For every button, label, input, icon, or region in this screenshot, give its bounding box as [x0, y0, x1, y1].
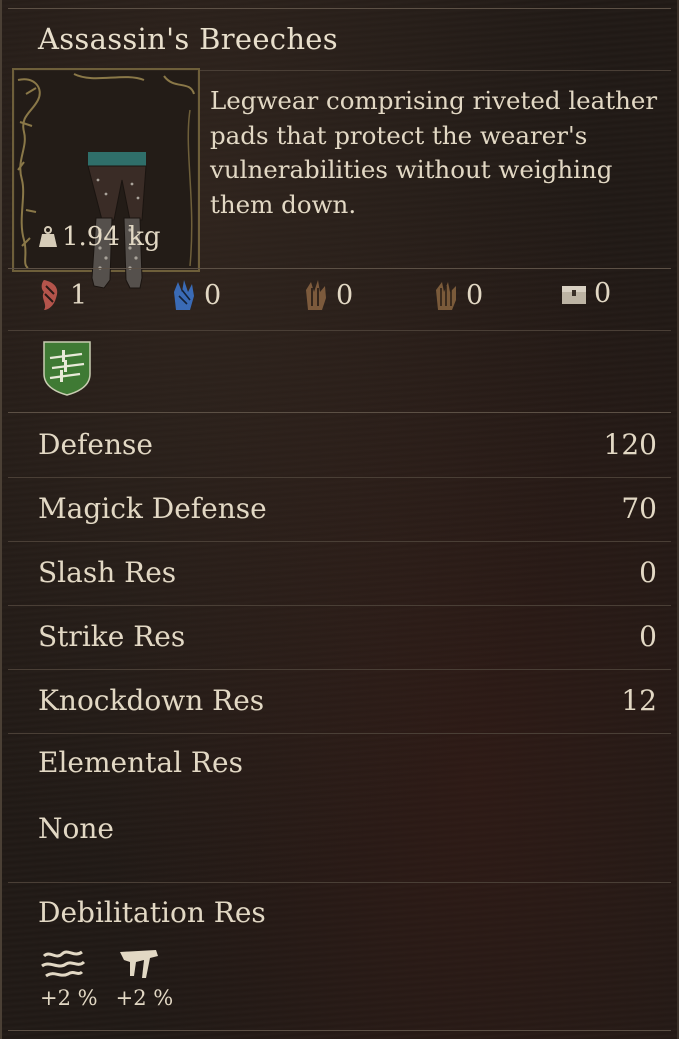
vocation-storage: 0 — [560, 278, 611, 309]
stat-magick-defense: Magick Defense 70 — [38, 488, 657, 528]
thief-daggers-badge-icon — [43, 341, 91, 396]
stat-value: 70 — [621, 491, 657, 525]
item-name: Assassin's Breeches — [38, 22, 338, 56]
debilitation-value: +2 % — [40, 986, 98, 1010]
row-divider — [8, 477, 671, 478]
item-description: Legwear comprising riveted leather pads … — [210, 86, 658, 219]
row-divider — [8, 541, 671, 542]
debilitation-item: +2 % — [40, 948, 98, 1010]
vocation-fighter: 1 — [36, 278, 87, 312]
debilitation-list: +2 % +2 % — [40, 948, 173, 1010]
header-divider — [8, 268, 671, 269]
vocation-mage: 0 — [170, 278, 221, 312]
vocation-warrior-value: 0 — [466, 279, 484, 311]
warrior-icon — [436, 282, 456, 310]
row-divider — [8, 669, 671, 670]
elemental-res-label: Elemental Res — [38, 746, 243, 779]
item-weight: 1.94 kg — [38, 222, 161, 252]
row-divider — [8, 882, 671, 883]
vocation-storage-value: 0 — [594, 278, 612, 309]
title-divider — [198, 70, 671, 71]
stat-label: Magick Defense — [38, 491, 267, 525]
stat-value: 0 — [639, 619, 657, 653]
vocation-warrior: 0 — [432, 278, 483, 312]
stat-defense: Defense 120 — [38, 424, 657, 464]
debilitation-item: +2 % — [115, 948, 174, 1010]
stat-value: 12 — [621, 683, 657, 717]
vocation-badge — [42, 340, 92, 400]
stat-label: Slash Res — [38, 555, 177, 589]
elemental-res-value: None — [38, 812, 114, 845]
stat-label: Defense — [38, 427, 153, 461]
stat-label: Strike Res — [38, 619, 186, 653]
item-detail-panel: Assassin's Breeches 1.94 kg Legwear comp… — [0, 0, 679, 1039]
stat-slash-res: Slash Res 0 — [38, 552, 657, 592]
debilitation-value: +2 % — [115, 986, 174, 1010]
vocation-mage-value: 0 — [204, 279, 222, 311]
bottom-divider — [8, 1030, 671, 1031]
weight-icon — [39, 226, 57, 247]
stat-value: 0 — [639, 555, 657, 589]
vocation-archer: 0 — [302, 278, 353, 312]
claw-icon — [119, 950, 158, 978]
vocation-divider — [8, 330, 671, 331]
stat-knockdown-res: Knockdown Res 12 — [38, 680, 657, 720]
mage-icon — [174, 280, 194, 310]
row-divider — [8, 605, 671, 606]
vocation-row: 1 0 0 0 0 — [36, 278, 656, 318]
weight-value: 1.94 kg — [62, 222, 161, 252]
stat-label: Knockdown Res — [38, 683, 265, 717]
wind-icon — [41, 950, 86, 978]
stat-strike-res: Strike Res 0 — [38, 616, 657, 656]
stat-value: 120 — [603, 427, 657, 461]
archer-icon — [306, 280, 326, 310]
vocation-fighter-value: 1 — [70, 279, 88, 311]
stats-divider — [8, 412, 671, 413]
row-divider — [8, 733, 671, 734]
chest-icon — [562, 285, 586, 304]
debilitation-res-label: Debilitation Res — [38, 896, 266, 929]
fighter-icon — [41, 280, 58, 310]
top-divider — [8, 8, 671, 9]
vocation-archer-value: 0 — [336, 279, 354, 311]
